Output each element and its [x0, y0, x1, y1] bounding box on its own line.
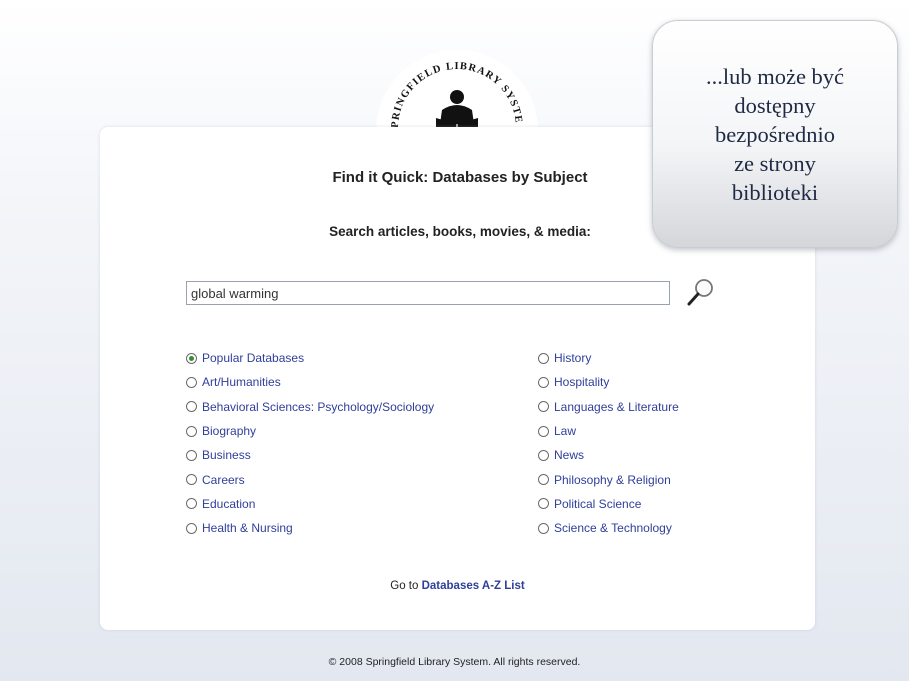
subject-option[interactable]: Law [538, 419, 679, 443]
radio-unselected[interactable] [186, 376, 197, 388]
subject-label: Languages & Literature [554, 399, 679, 414]
search-button[interactable] [684, 275, 718, 309]
subject-option[interactable]: Philosophy & Religion [538, 467, 679, 491]
page-subtitle: Search articles, books, movies, & media: [329, 224, 591, 239]
subject-option[interactable]: Hospitality [538, 370, 679, 394]
radio-unselected[interactable] [538, 376, 549, 388]
subject-label: Behavioral Sciences: Psychology/Sociolog… [202, 399, 435, 414]
subject-label: Careers [202, 472, 245, 487]
subject-label: News [554, 448, 585, 463]
subject-label: Education [202, 496, 256, 511]
subject-label: Political Science [554, 496, 642, 511]
callout-text: ...lub może być dostępny bezpośrednio ze… [705, 63, 845, 205]
radio-unselected[interactable] [186, 498, 197, 510]
radio-unselected[interactable] [538, 522, 549, 534]
subject-label: Biography [202, 424, 257, 439]
subject-label: Philosophy & Religion [554, 472, 671, 487]
subject-option[interactable]: Careers [186, 467, 434, 491]
radio-selected[interactable] [186, 352, 197, 364]
subject-label: Hospitality [554, 375, 610, 390]
subject-label: Science & Technology [554, 521, 672, 536]
subject-label: History [554, 351, 592, 366]
subject-option[interactable]: Art/Humanities [186, 370, 434, 394]
subject-list-left: Popular Databases Art/Humanities Behaviora… [186, 346, 434, 540]
radio-unselected[interactable] [186, 522, 197, 534]
radio-unselected[interactable] [538, 425, 549, 437]
subject-label: Health & Nursing [202, 521, 293, 536]
page-title: Find it Quick: Databases by Subject [332, 169, 588, 186]
radio-unselected[interactable] [186, 449, 197, 461]
subject-label: Law [554, 424, 577, 439]
search-input[interactable] [186, 281, 670, 305]
subject-option[interactable]: Science & Technology [538, 516, 679, 540]
magnifier-icon [687, 279, 713, 306]
radio-unselected[interactable] [538, 401, 549, 413]
radio-unselected[interactable] [186, 474, 197, 486]
subject-option[interactable]: Biography [186, 419, 434, 443]
goto-line: Go to Databases A-Z List [100, 580, 815, 592]
subject-option[interactable]: Languages & Literature [538, 395, 679, 419]
subject-option[interactable]: Political Science [538, 492, 679, 516]
subject-label: Art/Humanities [202, 375, 281, 390]
subject-option[interactable]: Education [186, 492, 434, 516]
subject-option[interactable]: Behavioral Sciences: Psychology/Sociolog… [186, 395, 434, 419]
radio-unselected[interactable] [538, 449, 549, 461]
radio-unselected[interactable] [538, 498, 549, 510]
goto-prefix: Go to [390, 580, 419, 592]
callout-box: ...lub może być dostępny bezpośrednio ze… [652, 20, 898, 248]
subject-label: Popular Databases [202, 351, 305, 366]
subject-option[interactable]: Popular Databases [186, 346, 434, 370]
radio-unselected[interactable] [186, 425, 197, 437]
radio-unselected[interactable] [538, 474, 549, 486]
subject-list-right: History Hospitality Languages & Literature… [538, 346, 679, 540]
radio-unselected[interactable] [186, 401, 197, 413]
subject-option[interactable]: News [538, 443, 679, 467]
subject-option[interactable]: Business [186, 443, 434, 467]
databases-az-link[interactable]: Databases A-Z List [422, 580, 525, 592]
subject-option[interactable]: Health & Nursing [186, 516, 434, 540]
subject-label: Business [202, 448, 251, 463]
footer-copyright: © 2008 Springfield Library System. All r… [328, 656, 581, 668]
subject-option[interactable]: History [538, 346, 679, 370]
radio-unselected[interactable] [538, 352, 549, 364]
